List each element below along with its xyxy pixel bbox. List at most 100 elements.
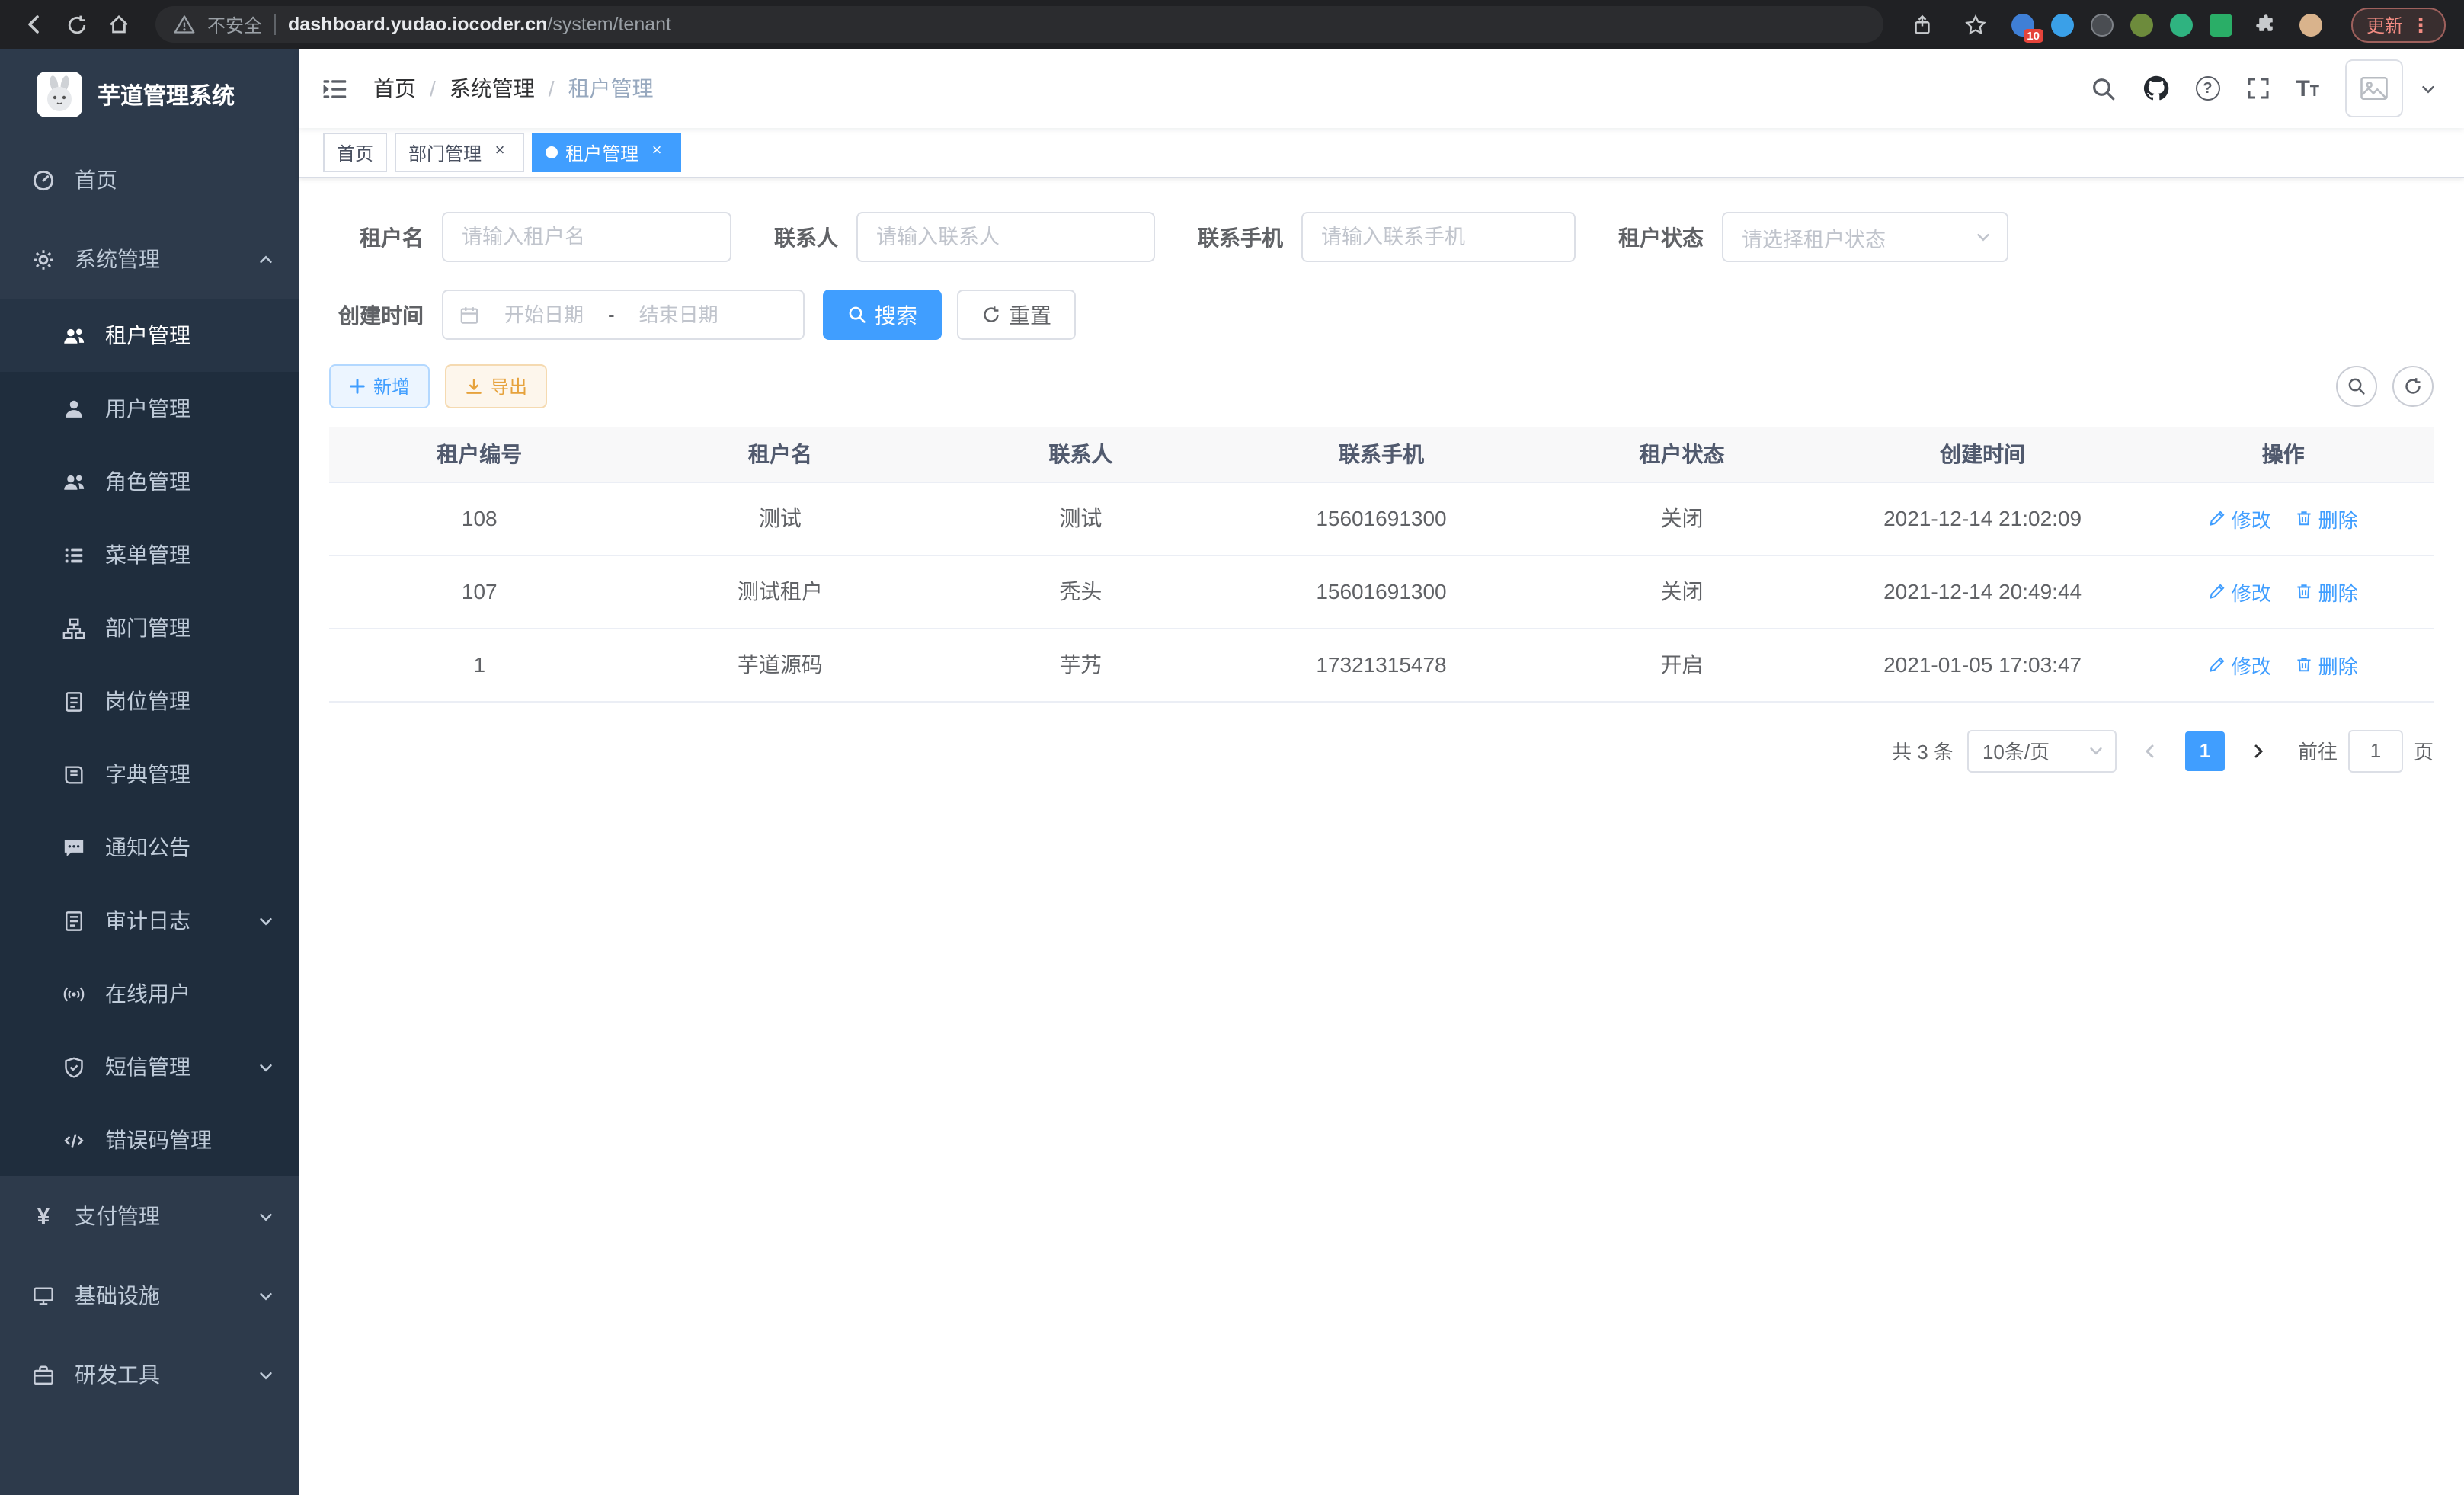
sidebar-item-online-users[interactable]: 在线用户 <box>0 957 299 1030</box>
sidebar-item-menu[interactable]: 菜单管理 <box>0 518 299 591</box>
header-search-button[interactable] <box>2090 75 2116 101</box>
edit-row-button[interactable]: 修改 <box>2209 504 2271 533</box>
update-label: 更新 <box>2366 11 2403 37</box>
profile-avatar-icon[interactable] <box>2299 13 2322 36</box>
teal-extension-icon[interactable] <box>2170 13 2193 36</box>
tab-label: 部门管理 <box>408 139 482 165</box>
date-range-picker[interactable]: - <box>442 290 805 340</box>
tenant-name-input[interactable] <box>442 212 731 262</box>
sidebar-item-error-code[interactable]: 错误码管理 <box>0 1103 299 1176</box>
browser-update-button[interactable]: 更新 ⋮ <box>2351 7 2446 42</box>
extensions-menu-button[interactable] <box>2249 3 2283 46</box>
breadcrumb-item-system[interactable]: 系统管理 <box>450 73 535 104</box>
sidebar-item-dev-tools[interactable]: 研发工具 <box>0 1335 299 1414</box>
status-select[interactable]: 请选择租户状态 <box>1722 212 2008 262</box>
navbar-actions: ? TT <box>2090 59 2437 117</box>
back-arrow-icon <box>21 12 46 37</box>
status-select-placeholder: 请选择租户状态 <box>1742 222 1886 252</box>
add-button-label: 新增 <box>373 373 410 399</box>
tabs-bar: 首页 部门管理 × 租户管理 × <box>299 128 2464 178</box>
search-icon <box>847 305 867 325</box>
filter-create-time: 创建时间 - <box>329 290 805 340</box>
avatar-caret-icon[interactable] <box>2420 80 2437 97</box>
green-extension-icon[interactable] <box>2130 13 2153 36</box>
toolbox-icon <box>32 1363 55 1386</box>
globe-extension-icon[interactable] <box>2091 13 2114 36</box>
phone-input[interactable] <box>1301 212 1576 262</box>
sidebar-item-post[interactable]: 岗位管理 <box>0 664 299 738</box>
address-bar[interactable]: 不安全 dashboard.yudao.iocoder.cn/system/te… <box>155 6 1883 43</box>
tab-label: 租户管理 <box>565 139 638 165</box>
sidebar-item-payment[interactable]: ¥ 支付管理 <box>0 1176 299 1256</box>
reset-button[interactable]: 重置 <box>957 290 1076 340</box>
cell-status: 关闭 <box>1531 555 1832 628</box>
prev-page-button[interactable] <box>2130 730 2171 771</box>
browser-menu-icon[interactable]: ⋮ <box>2411 14 2430 34</box>
security-label[interactable]: 不安全 <box>207 11 262 37</box>
share-button[interactable] <box>1905 3 1941 46</box>
chat-extension-icon[interactable] <box>2210 13 2232 36</box>
github-link-button[interactable] <box>2142 75 2169 102</box>
close-tab-icon[interactable]: × <box>646 142 667 163</box>
column-header: 租户编号 <box>329 427 630 482</box>
search-button[interactable]: 搜索 <box>823 290 942 340</box>
sidebar-item-tenant[interactable]: 租户管理 <box>0 299 299 372</box>
sidebar-item-home[interactable]: 首页 <box>0 140 299 219</box>
sidebar-logo[interactable]: 芋道管理系统 <box>0 49 299 140</box>
edit-icon <box>2209 509 2227 527</box>
contact-input[interactable] <box>856 212 1155 262</box>
sidebar-item-infra[interactable]: 基础设施 <box>0 1256 299 1335</box>
tenant-name-label: 租户名 <box>329 222 442 252</box>
sidebar-item-role[interactable]: 角色管理 <box>0 445 299 518</box>
delete-row-button[interactable]: 删除 <box>2296 577 2358 606</box>
refresh-table-button[interactable] <box>2392 366 2434 407</box>
delete-row-button[interactable]: 删除 <box>2296 650 2358 679</box>
delete-label: 删除 <box>2318 504 2358 533</box>
users-icon <box>62 470 85 493</box>
date-start-input[interactable] <box>488 303 600 326</box>
cell-phone: 17321315478 <box>1231 628 1532 701</box>
user-avatar[interactable] <box>2345 59 2403 117</box>
sidebar-item-audit-log[interactable]: 审计日志 <box>0 884 299 957</box>
badge-extension-icon[interactable]: 10 <box>2011 13 2034 36</box>
cell-tenant-name: 测试租户 <box>630 555 931 628</box>
shield-icon <box>62 1055 85 1078</box>
sidebar-item-dict[interactable]: 字典管理 <box>0 738 299 811</box>
sidebar-item-user[interactable]: 用户管理 <box>0 372 299 445</box>
sidebar-item-notice[interactable]: 通知公告 <box>0 811 299 884</box>
sidebar-item-system[interactable]: 系统管理 <box>0 219 299 299</box>
status-label: 租户状态 <box>1618 222 1722 252</box>
browser-home-button[interactable] <box>98 3 140 46</box>
browser-back-button[interactable] <box>12 3 55 46</box>
bookmark-button[interactable] <box>1958 3 1995 46</box>
chevron-right-icon <box>2250 741 2268 760</box>
phone-label: 联系手机 <box>1198 222 1301 252</box>
date-end-input[interactable] <box>622 303 735 326</box>
font-size-button[interactable]: TT <box>2296 77 2319 100</box>
column-header: 创建时间 <box>1832 427 2133 482</box>
sidebar-item-dept[interactable]: 部门管理 <box>0 591 299 664</box>
sidebar-item-sms[interactable]: 短信管理 <box>0 1030 299 1103</box>
edit-row-button[interactable]: 修改 <box>2209 577 2271 606</box>
breadcrumb-item-home[interactable]: 首页 <box>373 73 416 104</box>
delete-row-button[interactable]: 删除 <box>2296 504 2358 533</box>
edit-row-button[interactable]: 修改 <box>2209 650 2271 679</box>
tab-tenant[interactable]: 租户管理 × <box>532 133 681 172</box>
add-button[interactable]: 新增 <box>329 364 430 408</box>
blue-extension-icon[interactable] <box>2051 13 2074 36</box>
goto-page-input[interactable] <box>2348 729 2403 772</box>
next-page-button[interactable] <box>2238 730 2280 771</box>
browser-reload-button[interactable] <box>55 3 98 46</box>
current-page-button[interactable]: 1 <box>2185 731 2225 770</box>
page-size-select[interactable]: 10条/页 <box>1967 729 2117 772</box>
tab-home[interactable]: 首页 <box>323 133 387 172</box>
help-icon[interactable]: ? <box>2195 76 2219 101</box>
toggle-search-button[interactable] <box>2336 366 2377 407</box>
sidebar-item-label: 租户管理 <box>105 320 190 351</box>
sidebar-item-label: 基础设施 <box>75 1280 160 1311</box>
tab-dept[interactable]: 部门管理 × <box>395 133 524 172</box>
fullscreen-button[interactable] <box>2245 76 2270 101</box>
collapse-sidebar-button[interactable] <box>320 74 349 103</box>
close-tab-icon[interactable]: × <box>489 142 510 163</box>
export-button[interactable]: 导出 <box>445 364 547 408</box>
